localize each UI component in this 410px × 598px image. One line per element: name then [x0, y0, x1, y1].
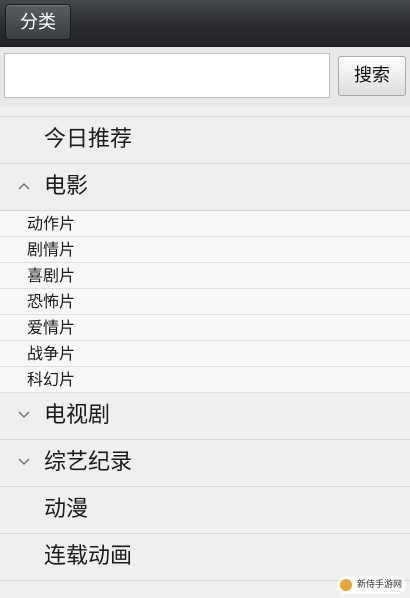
menu-item-variety[interactable]: 综艺纪录 — [0, 440, 410, 487]
search-input[interactable] — [4, 53, 330, 98]
movie-submenu: 动作片 剧情片 喜剧片 恐怖片 爱情片 战争片 科幻片 — [0, 211, 410, 393]
menu-item-label: 动漫 — [44, 497, 89, 522]
menu-item-movie[interactable]: 电影 — [0, 164, 410, 211]
submenu-item[interactable]: 剧情片 — [0, 237, 410, 263]
submenu-item[interactable]: 科幻片 — [0, 367, 410, 393]
menu-item-anime[interactable]: 动漫 — [0, 487, 410, 534]
submenu-item[interactable]: 战争片 — [0, 341, 410, 367]
watermark-logo-icon — [339, 579, 352, 591]
menu-item-label: 综艺纪录 — [44, 450, 133, 475]
category-button[interactable]: 分类 — [5, 4, 71, 40]
submenu-item[interactable]: 动作片 — [0, 211, 410, 237]
menu-item-serial[interactable]: 连载动画 — [0, 534, 410, 581]
menu-item-label: 电视剧 — [44, 403, 111, 428]
menu-item-label: 连载动画 — [44, 544, 133, 569]
top-bar: 分类 — [0, 0, 410, 47]
menu-item-tv[interactable]: 电视剧 — [0, 393, 410, 440]
menu-item-today[interactable]: 今日推荐 — [0, 117, 410, 164]
chevron-down-icon — [18, 440, 34, 486]
chevron-up-icon — [18, 164, 34, 210]
submenu-item[interactable]: 恐怖片 — [0, 289, 410, 315]
search-bar: 搜索 — [0, 47, 410, 107]
watermark-text: 新侍手游网 — [356, 580, 402, 590]
menu-item-label: 今日推荐 — [44, 127, 133, 152]
submenu-item[interactable]: 喜剧片 — [0, 263, 410, 289]
submenu-item[interactable]: 爱情片 — [0, 315, 410, 341]
menu-item-label: 电影 — [44, 174, 89, 199]
category-list: 今日推荐 电影 动作片 剧情片 喜剧片 恐怖片 爱情片 战争片 科幻片 电视剧 … — [0, 116, 410, 581]
search-button[interactable]: 搜索 — [338, 56, 406, 96]
chevron-down-icon — [18, 393, 34, 439]
watermark: 新侍手游网 — [336, 576, 406, 594]
